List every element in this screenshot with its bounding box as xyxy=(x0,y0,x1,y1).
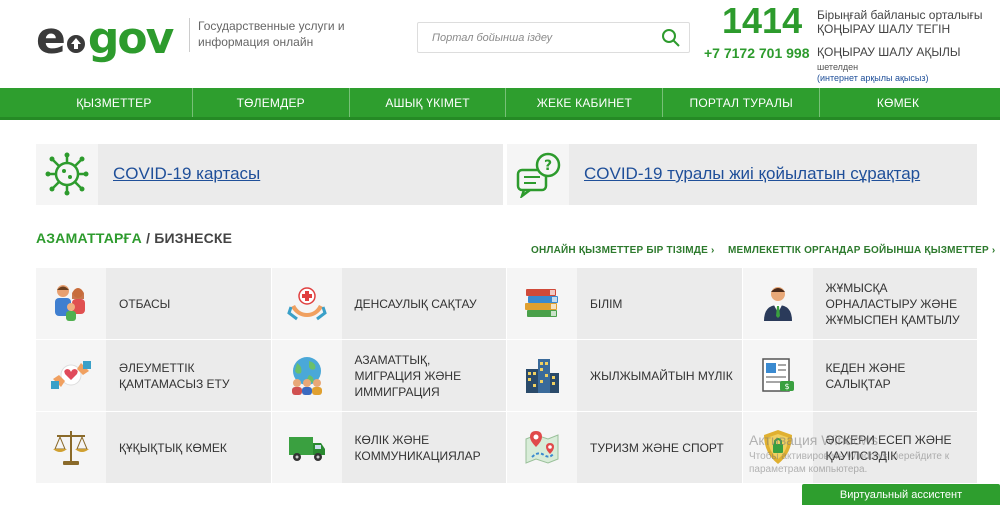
logo-e: e xyxy=(36,13,66,64)
category-legal-aid[interactable]: Құқықтық көмек xyxy=(36,412,271,483)
health-icon xyxy=(286,287,327,321)
shield-icon xyxy=(763,430,792,464)
search-icon[interactable] xyxy=(661,28,681,48)
egov-logo[interactable]: e gov xyxy=(36,12,184,66)
category-label: Көлік және коммуникациялар xyxy=(354,432,481,463)
category-label: Кеден және салықтар xyxy=(825,360,906,391)
category-military-security[interactable]: Әскери есеп және қауіпсіздік xyxy=(742,412,977,483)
virus-icon-box xyxy=(36,144,98,205)
search-box[interactable] xyxy=(417,22,690,53)
tab-business[interactable]: БИЗНЕСКЕ xyxy=(154,230,232,246)
all-services-link[interactable]: ОНЛАЙН ҚЫЗМЕТТЕР БІР ТІЗІМДЕ › xyxy=(531,245,715,256)
category-label: Құқықтық көмек xyxy=(119,440,227,455)
category-customs-taxes[interactable]: $ Кеден және салықтар xyxy=(742,340,977,411)
category-label: Әскери есеп және қауіпсіздік xyxy=(825,432,952,463)
call-center-name: Бірыңғай байланыс орталығы xyxy=(817,8,983,22)
phone-number[interactable]: +7 7172 701 998 xyxy=(704,45,810,61)
call-free-text: ҚОҢЫРАУ ШАЛУ ТЕГІН xyxy=(817,22,951,36)
section-title: АЗАМАТТАРҒА / БИЗНЕСКЕ xyxy=(36,230,232,246)
main-nav: ҚЫЗМЕТТЕР ТӨЛЕМДЕР АШЫҚ ҮКІМЕТ ЖЕКЕ КАБИ… xyxy=(0,88,1000,120)
nav-open-government[interactable]: АШЫҚ ҮКІМЕТ xyxy=(350,88,507,117)
call-center: 1414 Бірыңғай байланыс орталығы ҚОҢЫРАУ … xyxy=(700,2,1000,86)
category-label: Жұмысқа орналастыру және жұмыспен қамтыл… xyxy=(825,280,960,327)
nav-services[interactable]: ҚЫЗМЕТТЕР xyxy=(36,88,193,117)
map-pin-icon xyxy=(525,431,559,464)
nav-payments[interactable]: ТӨЛЕМДЕР xyxy=(193,88,350,117)
category-label: Білім xyxy=(590,296,623,311)
call-paid-text: ҚОҢЫРАУ ШАЛУ АҚЫЛЫ xyxy=(817,45,961,59)
call-abroad-note: (интернет арқылы ақысыз) xyxy=(817,73,929,83)
header: e gov Государственные услуги и информация… xyxy=(0,0,1000,88)
tab-citizens[interactable]: АЗАМАТТАРҒА xyxy=(36,230,142,246)
employee-icon xyxy=(763,287,792,321)
gov-bodies-link[interactable]: МЕМЛЕКЕТТІК ОРГАНДАР БОЙЫНША ҚЫЗМЕТТЕР › xyxy=(728,245,995,256)
virtual-assistant-button[interactable]: Виртуальный ассистент xyxy=(802,484,1000,505)
category-label: Туризм және спорт xyxy=(590,440,724,455)
category-label: Жылжымайтын мүлік xyxy=(590,368,733,383)
category-family[interactable]: Отбасы xyxy=(36,268,271,339)
call-abroad-text: шетелден xyxy=(817,62,859,72)
category-tourism-sport[interactable]: Туризм және спорт xyxy=(507,412,742,483)
logo-arrow-icon xyxy=(66,35,85,53)
search-input[interactable] xyxy=(432,28,652,48)
category-health[interactable]: Денсаулық сақтау xyxy=(271,268,506,339)
nav-about-portal[interactable]: ПОРТАЛ ТУРАЛЫ xyxy=(663,88,821,117)
category-label: Отбасы xyxy=(119,296,171,311)
category-education[interactable]: Білім xyxy=(507,268,742,339)
tagline: Государственные услуги и информация онла… xyxy=(198,19,345,49)
category-label: Денсаулық сақтау xyxy=(354,296,477,311)
category-employment[interactable]: Жұмысқа орналастыру және жұмыспен қамтыл… xyxy=(742,268,977,339)
category-real-estate[interactable]: Жылжымайтын мүлік xyxy=(507,340,742,411)
chat-question-icon: ? xyxy=(516,152,561,198)
nav-help[interactable]: КӨМЕК xyxy=(820,88,976,117)
virus-icon xyxy=(45,152,89,196)
category-social[interactable]: Әлеуметтік қамтамасыз ету xyxy=(36,340,271,411)
svg-text:$: $ xyxy=(784,382,789,391)
customs-icon: $ xyxy=(761,358,794,392)
covid-faq-link[interactable]: COVID-19 туралы жиі қойылатын сұрақтар xyxy=(584,164,920,184)
truck-icon xyxy=(288,437,325,461)
scales-icon xyxy=(53,431,89,465)
globe-people-icon xyxy=(291,357,322,395)
books-icon xyxy=(525,289,558,317)
title-separator: / xyxy=(141,230,155,246)
covid-faq-banner[interactable]: ? COVID-19 туралы жиі қойылатын сұрақтар xyxy=(507,144,977,205)
short-number[interactable]: 1414 xyxy=(722,2,802,40)
covid-map-banner[interactable]: COVID-19 картасы xyxy=(36,144,503,205)
faq-icon-box: ? xyxy=(507,144,569,205)
logo-divider xyxy=(189,18,190,52)
covid-map-link[interactable]: COVID-19 картасы xyxy=(113,164,260,184)
svg-text:?: ? xyxy=(544,158,552,174)
category-label: Әлеуметтік қамтамасыз ету xyxy=(119,360,230,391)
social-icon xyxy=(51,361,91,389)
buildings-icon xyxy=(526,359,559,393)
category-grid: Отбасы Денсаулық сақтау Білім Жұмысқа ор… xyxy=(36,268,977,483)
family-icon xyxy=(55,285,85,321)
category-citizenship[interactable]: Азаматтық, миграция және иммиграция xyxy=(271,340,506,411)
category-transport[interactable]: Көлік және коммуникациялар xyxy=(271,412,506,483)
category-label: Азаматтық, миграция және иммиграция xyxy=(354,352,462,399)
logo-gov: gov xyxy=(87,13,174,64)
nav-personal-cabinet[interactable]: ЖЕКЕ КАБИНЕТ xyxy=(506,88,664,117)
